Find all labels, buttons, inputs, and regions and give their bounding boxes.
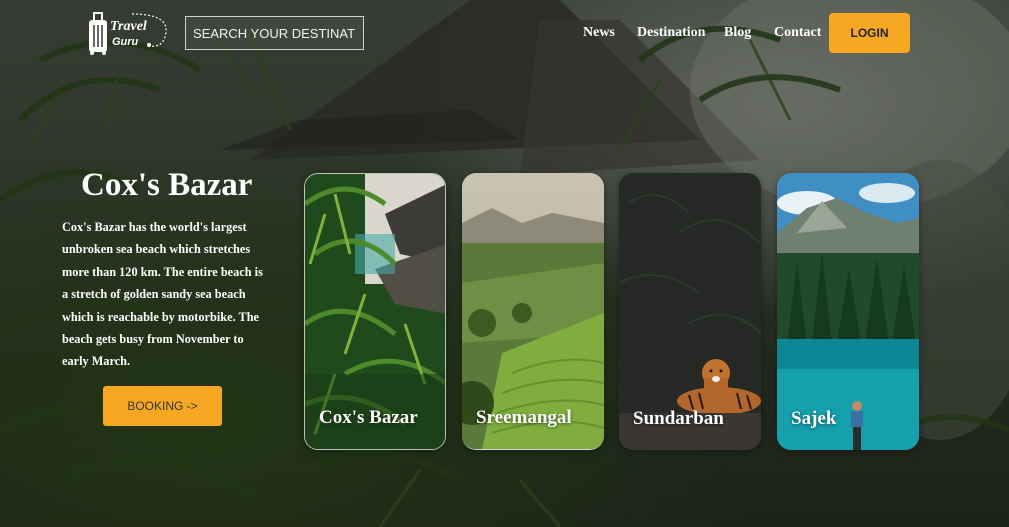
card-label: Sajek — [791, 408, 837, 429]
destination-card-sajek[interactable]: Sajek — [777, 173, 919, 450]
card-label: Sundarban — [633, 408, 724, 429]
travel-guru-logo[interactable]: Travel Guru — [86, 10, 168, 56]
nav-blog[interactable]: Blog — [724, 25, 751, 41]
nav-news[interactable]: News — [583, 25, 615, 41]
destination-card-coxs-bazar[interactable]: Cox's Bazar — [304, 173, 446, 450]
destination-card-sundarban[interactable]: Sundarban — [619, 173, 761, 450]
nav-destination[interactable]: Destination — [637, 25, 705, 41]
logo-text-guru: Guru — [112, 36, 139, 48]
search-input[interactable] — [185, 16, 364, 50]
destination-card-sreemangal[interactable]: Sreemangal — [462, 173, 604, 450]
login-button[interactable]: LOGIN — [829, 13, 910, 53]
card-label: Cox's Bazar — [319, 407, 418, 428]
nav-contact[interactable]: Contact — [774, 25, 821, 41]
logo-text-travel: Travel — [110, 19, 147, 34]
card-label: Sreemangal — [476, 407, 572, 428]
hero-title: Cox's Bazar — [81, 167, 253, 203]
booking-button[interactable]: BOOKING -> — [103, 386, 222, 426]
hero-description: Cox's Bazar has the world's largest unbr… — [62, 220, 263, 369]
